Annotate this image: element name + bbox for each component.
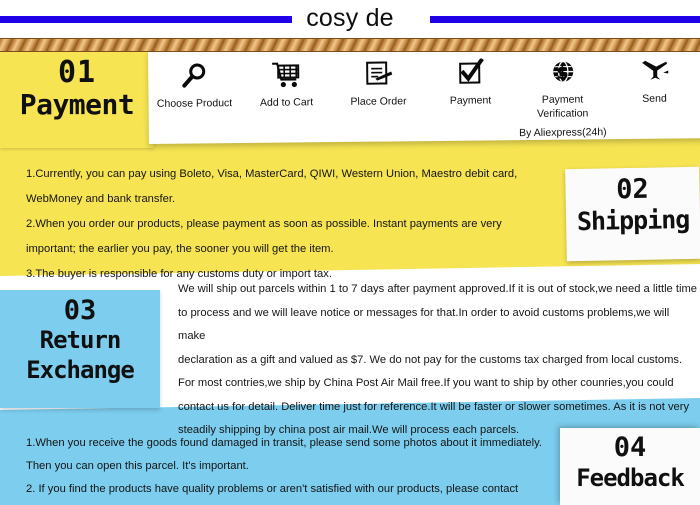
process-step-send[interactable]: Send [608,46,700,106]
payment-number: 01 [57,55,97,90]
product-policy-banner: cosy de 01 Payment Choose Product Add to… [0,0,700,505]
globe-dollar-icon: $ [516,57,608,88]
process-step-label: Add to Cart [259,96,314,109]
magnifier-icon [148,61,240,92]
feedback-line: 1.When you receive the goods found damag… [26,437,542,449]
order-process-steps: Choose Product Add to Cart Place Order P… [148,46,700,144]
process-step-place-order[interactable]: Place Order [332,49,425,109]
payment-line: 2.When you order our products, please pa… [26,218,502,230]
checkbox-checked-icon [424,58,516,89]
process-step-payment[interactable]: Payment [424,48,517,108]
document-pen-icon [332,59,424,90]
process-step-label: Place Order [350,95,407,108]
payment-description: 1.Currently, you can pay using Boleto, V… [26,162,566,287]
shipping-line: contact us for detail. Deliver time just… [178,400,690,413]
shipping-line: to process and we will leave notice or m… [178,306,670,343]
rope-divider [0,38,700,52]
process-step-payment-verification[interactable]: $ Payment Verification By Aliexpress(24h… [516,47,609,140]
airplane-icon [608,56,700,87]
section-badge-feedback: 04 Feedback [560,428,700,505]
payment-line: 3.The buyer is responsible for any custo… [26,268,332,280]
process-step-add-to-cart[interactable]: Add to Cart [240,50,333,110]
header: cosy de [0,0,700,38]
payment-title: Payment [19,88,135,121]
process-step-choose-product[interactable]: Choose Product [148,51,241,111]
feedback-line: Then you can open this parcel. It's impo… [26,460,249,472]
process-step-label: Choose Product [156,97,233,110]
feedback-number: 04 [613,432,647,463]
section-badge-return-exchange: 03 Return Exchange [0,290,160,408]
feedback-line: 2. If you find the products have quality… [26,483,519,495]
page-title: cosy de [306,4,394,32]
return-exchange-title-line1: Return [39,326,122,354]
section-badge-shipping: 02 Shipping [565,166,700,262]
payment-line: important; the earlier you pay, the soon… [26,243,334,255]
process-step-label: Payment [449,94,492,107]
shipping-line: declaration as a gift and valued as $7. … [178,353,683,366]
shopping-cart-icon [240,60,332,91]
section-badge-payment: 01 Payment [0,48,154,148]
feedback-line: with us. Seek the best solutions and aft… [26,501,556,505]
feedback-title: Feedback [576,464,685,492]
shipping-title: Shipping [576,204,690,237]
process-step-label: Payment Verification [536,93,589,120]
shipping-number: 02 [615,173,650,206]
svg-text:$: $ [556,63,569,84]
return-exchange-number: 03 [63,295,97,326]
process-step-sublabel: By Aliexpress(24h) [519,126,607,140]
payment-line: WebMoney and bank transfer. [26,193,176,205]
payment-line: 1.Currently, you can pay using Boleto, V… [26,168,518,180]
shipping-description: We will ship out parcels within 1 to 7 d… [178,278,698,443]
feedback-description: 1.When you receive the goods found damag… [26,432,556,505]
shipping-line: For most contries,we ship by China Post … [178,377,674,389]
order-process-card: Choose Product Add to Cart Place Order P… [148,46,700,144]
process-step-label: Send [642,92,667,105]
return-exchange-title-line2: Exchange [26,356,135,384]
